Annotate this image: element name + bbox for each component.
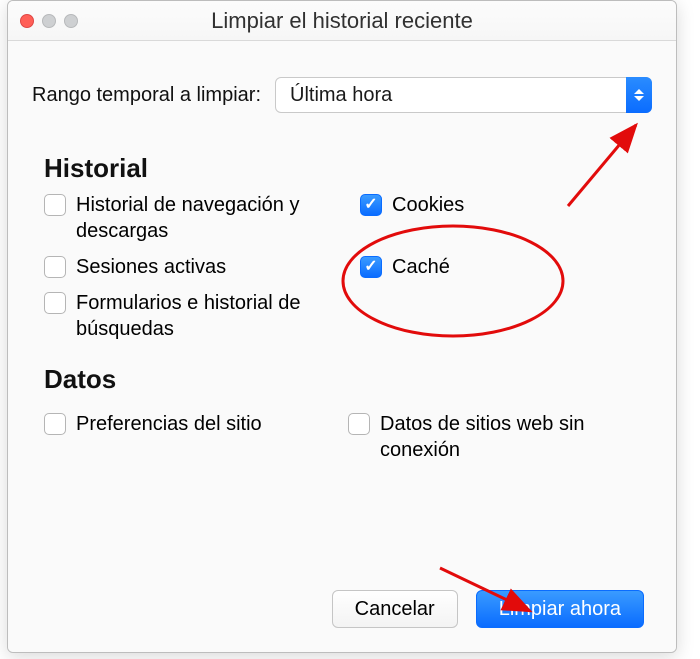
window-controls [20,14,78,28]
checkbox-cache[interactable]: ✓ [360,256,382,278]
checkmark-icon: ✓ [364,197,377,213]
checkbox-nav-downloads[interactable] [44,194,66,216]
annotation-overlay [8,41,677,653]
section-title-data: Datos [44,364,652,395]
checkmark-icon: ✓ [364,259,377,275]
chevron-down-icon [634,96,644,101]
checkbox-cookies[interactable]: ✓ [360,194,382,216]
chevron-up-icon [634,89,644,94]
label-site-prefs: Preferencias del sitio [76,411,340,437]
cancel-button[interactable]: Cancelar [332,590,458,628]
label-forms-search: Formularios e historial de búsquedas [76,290,334,342]
option-cookies[interactable]: ✓ Cookies [354,192,644,244]
section-title-history: Historial [44,153,652,184]
label-nav-downloads: Historial de navegación y descargas [76,192,334,244]
time-range-selected-value: Última hora [290,84,392,107]
time-range-select[interactable]: Última hora [275,77,652,113]
clear-history-dialog: Limpiar el historial reciente Rango temp… [7,0,677,653]
label-cookies: Cookies [392,192,644,218]
time-range-row: Rango temporal a limpiar: Última hora [32,77,652,113]
close-icon[interactable] [20,14,34,28]
option-cache[interactable]: ✓ Caché [354,254,644,280]
select-arrows-icon [626,77,652,113]
data-options-grid: Preferencias del sitio Datos de sitios w… [32,403,652,463]
option-site-prefs[interactable]: Preferencias del sitio [44,411,340,463]
label-sessions: Sesiones activas [76,254,334,280]
option-nav-downloads[interactable]: Historial de navegación y descargas [44,192,334,244]
minimize-icon [42,14,56,28]
checkbox-site-prefs[interactable] [44,413,66,435]
checkbox-forms-search[interactable] [44,292,66,314]
window-title: Limpiar el historial reciente [8,8,676,34]
maximize-icon [64,14,78,28]
option-forms-search[interactable]: Formularios e historial de búsquedas [44,290,334,342]
option-sessions[interactable]: Sesiones activas [44,254,334,280]
dialog-button-row: Cancelar Limpiar ahora [332,590,644,628]
dialog-content: Rango temporal a limpiar: Última hora Hi… [8,41,676,652]
label-cache: Caché [392,254,644,280]
title-bar: Limpiar el historial reciente [8,1,676,41]
option-offline-data[interactable]: Datos de sitios web sin conexión [348,411,644,463]
history-options-grid: Historial de navegación y descargas ✓ Co… [32,192,652,342]
label-offline-data: Datos de sitios web sin conexión [380,411,644,463]
checkbox-sessions[interactable] [44,256,66,278]
clear-now-button[interactable]: Limpiar ahora [476,590,644,628]
checkbox-offline-data[interactable] [348,413,370,435]
time-range-label: Rango temporal a limpiar: [32,84,261,107]
